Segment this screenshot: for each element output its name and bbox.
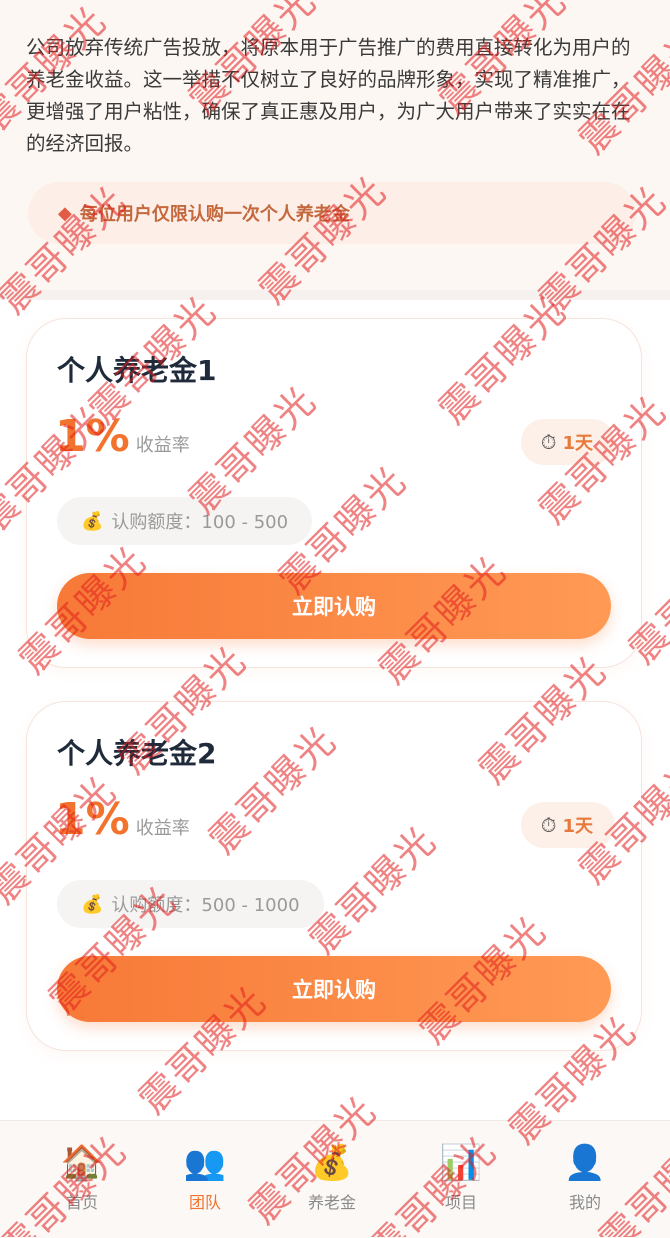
diamond-icon: ◆ [58, 202, 72, 224]
money-bag-icon: 💰 [81, 893, 104, 915]
notice-banner: ◆ 每位用户仅限认购一次个人养老金 [28, 182, 636, 244]
money-bag-icon: 💰 [310, 1143, 354, 1183]
rate-block: 1% 收益率 [55, 411, 190, 462]
tab-pension[interactable]: 💰 养老金 [272, 1143, 392, 1213]
tab-mine[interactable]: 👤 我的 [525, 1143, 645, 1213]
tab-label: 养老金 [307, 1193, 356, 1212]
money-bag-icon: 💰 [81, 510, 104, 532]
rate-value: 1% [55, 794, 130, 845]
rate-block: 1% 收益率 [55, 794, 190, 845]
amount-text: 认购额度：500 - 1000 [111, 895, 300, 916]
stopwatch-icon: ⏱ [540, 813, 557, 837]
subscribe-button[interactable]: 立即认购 [57, 956, 611, 1022]
product-card-1: 个人养老金1 1% 收益率 ⏱ 1天 💰 认购额度：100 - 500 立即认购 [26, 318, 642, 668]
tab-home[interactable]: 🏠 首页 [22, 1143, 142, 1213]
team-icon: 👥 [183, 1143, 227, 1183]
rate-label: 收益率 [135, 435, 190, 456]
section-divider [0, 290, 670, 300]
amount-range: 💰 认购额度：100 - 500 [57, 497, 313, 545]
bottom-tab-bar: 🏠 首页 👥 团队 💰 养老金 📊 项目 👤 我的 [0, 1120, 670, 1238]
term-badge: ⏱ 1天 [520, 802, 615, 848]
product-card-2: 个人养老金2 1% 收益率 ⏱ 1天 💰 认购额度：500 - 1000 立即认… [26, 701, 642, 1051]
amount-range: 💰 认购额度：500 - 1000 [57, 880, 324, 928]
intro-text: 公司放弃传统广告投放，将原本用于广告推广的费用直接转化为用户的养老金收益。这一举… [26, 36, 631, 155]
rate-label: 收益率 [135, 818, 190, 839]
term-text: 1天 [562, 433, 593, 454]
tab-label: 团队 [188, 1193, 221, 1212]
tab-team[interactable]: 👥 团队 [145, 1143, 265, 1213]
user-icon: 👤 [563, 1143, 607, 1183]
house-icon: 🏠 [60, 1143, 104, 1183]
rate-value: 1% [55, 411, 130, 462]
amount-text: 认购额度：100 - 500 [111, 512, 289, 533]
product-title: 个人养老金1 [57, 354, 217, 387]
term-badge: ⏱ 1天 [520, 419, 615, 465]
tab-label: 项目 [444, 1193, 477, 1212]
term-text: 1天 [562, 816, 593, 837]
product-title: 个人养老金2 [57, 737, 217, 770]
tab-label: 我的 [568, 1193, 601, 1212]
tab-projects[interactable]: 📊 项目 [401, 1143, 521, 1213]
stopwatch-icon: ⏱ [540, 430, 557, 454]
tab-label: 首页 [65, 1193, 98, 1212]
subscribe-button[interactable]: 立即认购 [57, 573, 611, 639]
bar-chart-icon: 📊 [439, 1143, 483, 1183]
notice-text: 每位用户仅限认购一次个人养老金 [79, 204, 350, 225]
intro-section: 公司放弃传统广告投放，将原本用于广告推广的费用直接转化为用户的养老金收益。这一举… [0, 0, 670, 290]
